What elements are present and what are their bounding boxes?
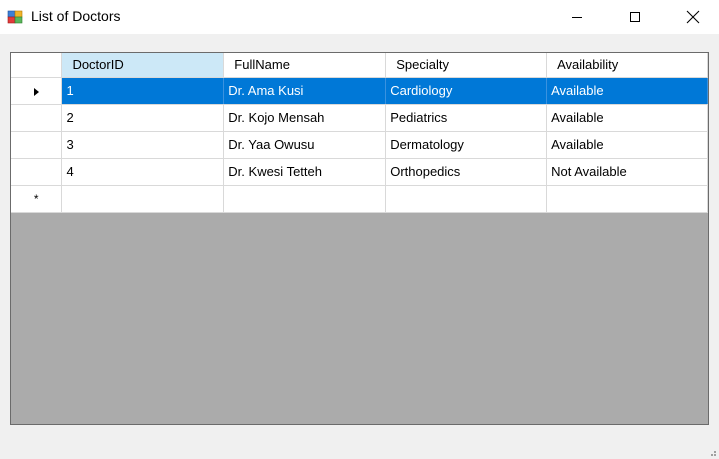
column-header-availability[interactable]: Availability — [546, 53, 708, 78]
cell-specialty[interactable]: Dermatology — [385, 131, 548, 159]
row-header[interactable] — [11, 131, 63, 159]
cell-availability[interactable]: Available — [546, 104, 708, 132]
cell-specialty[interactable]: Cardiology — [385, 77, 548, 105]
row-header[interactable] — [11, 158, 63, 186]
row-header[interactable]: * — [11, 185, 63, 213]
close-icon — [686, 10, 700, 24]
cell-fullname[interactable]: Dr. Kojo Mensah — [223, 104, 387, 132]
row-header[interactable] — [11, 104, 63, 132]
cell-availability[interactable]: Not Available — [546, 158, 708, 186]
app-icon — [7, 9, 23, 25]
grid-table: DoctorID FullName Specialty Availability… — [11, 53, 708, 213]
cell-specialty[interactable]: Orthopedics — [385, 158, 548, 186]
cell-doctorid[interactable]: 2 — [61, 104, 225, 132]
table-row[interactable]: 4 Dr. Kwesi Tetteh Orthopedics Not Avail… — [11, 158, 708, 186]
new-row-marker: * — [33, 192, 39, 206]
minimize-icon — [572, 17, 582, 18]
table-row[interactable]: 3 Dr. Yaa Owusu Dermatology Available — [11, 131, 708, 159]
cell-specialty[interactable]: Pediatrics — [385, 104, 548, 132]
cell-fullname[interactable] — [223, 185, 387, 213]
current-row-arrow-icon — [33, 87, 39, 96]
maximize-button[interactable] — [606, 0, 664, 34]
cell-doctorid[interactable]: 4 — [61, 158, 225, 186]
minimize-button[interactable] — [548, 0, 606, 34]
cell-fullname[interactable]: Dr. Kwesi Tetteh — [223, 158, 387, 186]
header-row: DoctorID FullName Specialty Availability — [11, 53, 708, 78]
maximize-icon — [630, 12, 640, 22]
cell-availability[interactable] — [546, 185, 708, 213]
table-row[interactable]: 2 Dr. Kojo Mensah Pediatrics Available — [11, 104, 708, 132]
window-title: List of Doctors — [31, 8, 121, 24]
column-header-fullname[interactable]: FullName — [223, 53, 387, 78]
column-header-doctorid[interactable]: DoctorID — [61, 53, 225, 78]
doctors-data-grid[interactable]: DoctorID FullName Specialty Availability… — [10, 52, 709, 425]
close-button[interactable] — [664, 0, 719, 34]
column-header-specialty[interactable]: Specialty — [385, 53, 548, 78]
cell-availability[interactable]: Available — [546, 77, 708, 105]
row-header[interactable] — [11, 77, 63, 105]
cell-availability[interactable]: Available — [546, 131, 708, 159]
top-left-corner-cell[interactable] — [11, 53, 63, 78]
cell-doctorid[interactable]: 3 — [61, 131, 225, 159]
resize-grip-icon[interactable] — [707, 447, 717, 457]
title-bar: List of Doctors — [0, 0, 719, 34]
new-row[interactable]: * — [11, 185, 708, 213]
cell-fullname[interactable]: Dr. Ama Kusi — [223, 77, 387, 105]
cell-fullname[interactable]: Dr. Yaa Owusu — [223, 131, 387, 159]
cell-specialty[interactable] — [385, 185, 548, 213]
table-row[interactable]: 1 Dr. Ama Kusi Cardiology Available — [11, 77, 708, 105]
cell-doctorid[interactable]: 1 — [61, 77, 225, 105]
cell-doctorid[interactable] — [61, 185, 225, 213]
